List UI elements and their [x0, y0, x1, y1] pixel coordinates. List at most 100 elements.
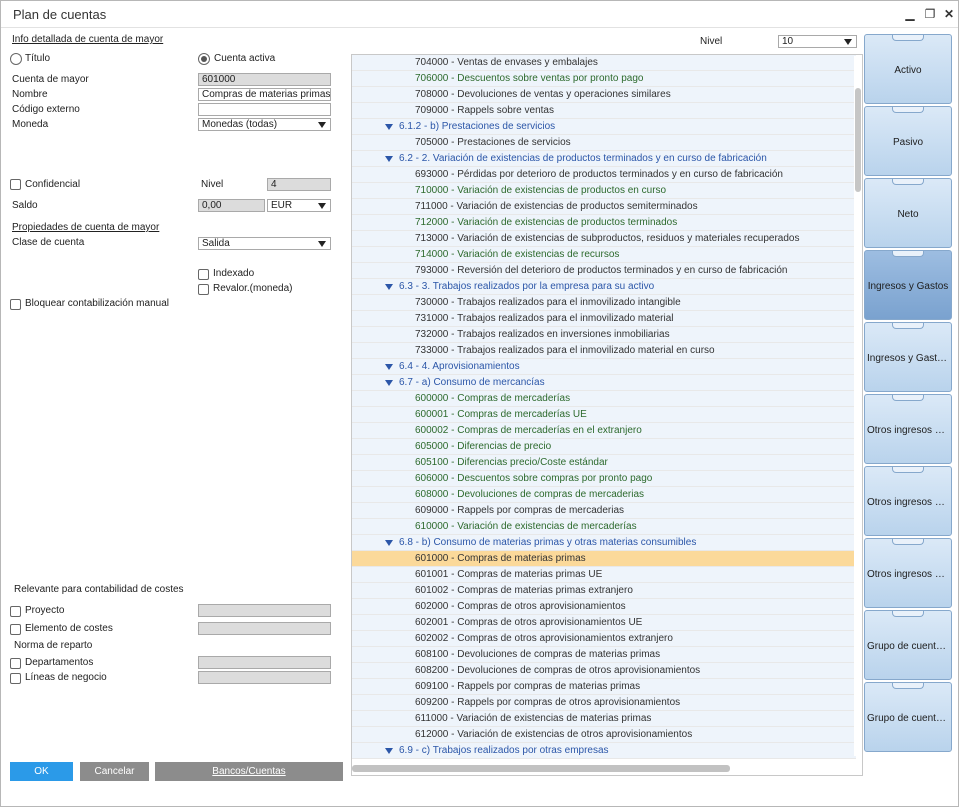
nombre-field[interactable]: Compras de materias primas: [198, 88, 331, 101]
drawer-tab[interactable]: Otros ingresos y gastos (3): [864, 538, 952, 608]
drawer-tab[interactable]: Pasivo: [864, 106, 952, 176]
tree-account-row[interactable]: 708000 - Devoluciones de ventas y operac…: [352, 87, 856, 103]
tree-account-row[interactable]: 714000 - Variación de existencias de rec…: [352, 247, 856, 263]
tree-row-label: 602000 - Compras de otros aprovisionamie…: [415, 601, 626, 612]
tree-account-row[interactable]: 601000 - Compras de materias primas: [352, 551, 856, 567]
banks-accounts-button[interactable]: Bancos/Cuentas: [155, 762, 343, 781]
tree-account-row[interactable]: 793000 - Reversión del deterioro de prod…: [352, 263, 856, 279]
tree-account-row[interactable]: 611000 - Variación de existencias de mat…: [352, 711, 856, 727]
close-icon[interactable]: ✕: [940, 5, 958, 23]
tree-account-row[interactable]: 712000 - Variación de existencias de pro…: [352, 215, 856, 231]
expand-triangle-icon[interactable]: [385, 156, 393, 162]
tree-account-row[interactable]: 600001 - Compras de mercaderías UE: [352, 407, 856, 423]
tree-account-row[interactable]: 605000 - Diferencias de precio: [352, 439, 856, 455]
tree-row-label: 6.8 - b) Consumo de materias primas y ot…: [399, 537, 697, 548]
ok-button[interactable]: OK: [10, 762, 73, 781]
drawer-tab[interactable]: Grupo de cuentas 8: [864, 610, 952, 680]
indexado-checkbox[interactable]: [198, 269, 209, 280]
tree-account-row[interactable]: 609100 - Rappels por compras de materias…: [352, 679, 856, 695]
lineas-negocio-checkbox[interactable]: [10, 673, 21, 684]
drawer-tab[interactable]: Grupo de cuentas 9: [864, 682, 952, 752]
tree-account-row[interactable]: 709000 - Rappels sobre ventas: [352, 103, 856, 119]
tree-account-row[interactable]: 605100 - Diferencias precio/Coste estánd…: [352, 455, 856, 471]
tree-account-row[interactable]: 600002 - Compras de mercaderías en el ex…: [352, 423, 856, 439]
moneda-dropdown[interactable]: Monedas (todas): [198, 118, 331, 131]
tree-group-row[interactable]: 6.3 - 3. Trabajos realizados por la empr…: [352, 279, 856, 295]
cuenta-mayor-field[interactable]: 601000: [198, 73, 331, 86]
expand-triangle-icon[interactable]: [385, 284, 393, 290]
tree-account-row[interactable]: 608200 - Devoluciones de compras de otro…: [352, 663, 856, 679]
tree-account-row[interactable]: 706000 - Descuentos sobre ventas por pro…: [352, 71, 856, 87]
tree-account-row[interactable]: 705000 - Prestaciones de servicios: [352, 135, 856, 151]
tree-group-row[interactable]: 6.9 - c) Trabajos realizados por otras e…: [352, 743, 856, 759]
nivel-selector-dropdown[interactable]: 10: [778, 35, 857, 48]
tree-vertical-scroll-thumb[interactable]: [855, 88, 861, 192]
departamentos-checkbox[interactable]: [10, 658, 21, 669]
tree-account-row[interactable]: 600000 - Compras de mercaderías: [352, 391, 856, 407]
tree-account-row[interactable]: 704000 - Ventas de envases y embalajes: [352, 55, 856, 71]
tree-group-row[interactable]: 6.4 - 4. Aprovisionamientos: [352, 359, 856, 375]
revalor-checkbox[interactable]: [198, 284, 209, 295]
elemento-costes-label: Elemento de costes: [25, 623, 113, 634]
tree-account-row[interactable]: 693000 - Pérdidas por deterioro de produ…: [352, 167, 856, 183]
tree-account-row[interactable]: 732000 - Trabajos realizados en inversio…: [352, 327, 856, 343]
tree-account-row[interactable]: 601002 - Compras de materias primas extr…: [352, 583, 856, 599]
expand-triangle-icon[interactable]: [385, 380, 393, 386]
radio-cuenta-activa[interactable]: [198, 53, 210, 65]
tree-account-row[interactable]: 602001 - Compras de otros aprovisionamie…: [352, 615, 856, 631]
moneda-label: Moneda: [12, 119, 49, 130]
tree-group-row[interactable]: 6.2 - 2. Variación de existencias de pro…: [352, 151, 856, 167]
tree-account-row[interactable]: 610000 - Variación de existencias de mer…: [352, 519, 856, 535]
moneda-value: Monedas (todas): [202, 119, 278, 130]
tree-row-label: 605100 - Diferencias precio/Coste estánd…: [415, 457, 608, 468]
expand-triangle-icon[interactable]: [385, 540, 393, 546]
tree-account-row[interactable]: 609200 - Rappels por compras de otros ap…: [352, 695, 856, 711]
tree-group-row[interactable]: 6.7 - a) Consumo de mercancías: [352, 375, 856, 391]
tree-group-row[interactable]: 6.8 - b) Consumo de materias primas y ot…: [352, 535, 856, 551]
tree-row-label: 732000 - Trabajos realizados en inversio…: [415, 329, 670, 340]
drawer-tab[interactable]: Activo: [864, 34, 952, 104]
tree-account-row[interactable]: 731000 - Trabajos realizados para el inm…: [352, 311, 856, 327]
tree-account-row[interactable]: 608100 - Devoluciones de compras de mate…: [352, 647, 856, 663]
nivel-field[interactable]: 4: [267, 178, 331, 191]
bloquear-checkbox[interactable]: [10, 299, 21, 310]
tree-account-row[interactable]: 608000 - Devoluciones de compras de merc…: [352, 487, 856, 503]
proyecto-checkbox[interactable]: [10, 606, 21, 617]
restore-icon[interactable]: ❐: [921, 5, 939, 23]
accounts-tree[interactable]: 704000 - Ventas de envases y embalajes 70…: [351, 54, 863, 776]
tree-account-row[interactable]: 602000 - Compras de otros aprovisionamie…: [352, 599, 856, 615]
confidencial-checkbox[interactable]: [10, 179, 21, 190]
tree-horizontal-scroll-thumb[interactable]: [352, 765, 730, 772]
drawer-tab[interactable]: Otros ingresos y gastos: [864, 394, 952, 464]
tree-account-row[interactable]: 609000 - Rappels por compras de mercader…: [352, 503, 856, 519]
expand-triangle-icon[interactable]: [385, 748, 393, 754]
drawer-tab[interactable]: Otros ingresos y gastos (2): [864, 466, 952, 536]
tree-account-row[interactable]: 602002 - Compras de otros aprovisionamie…: [352, 631, 856, 647]
tree-account-row[interactable]: 710000 - Variación de existencias de pro…: [352, 183, 856, 199]
tree-account-row[interactable]: 713000 - Variación de existencias de sub…: [352, 231, 856, 247]
drawer-tab[interactable]: Neto: [864, 178, 952, 248]
clase-cuenta-dropdown[interactable]: Salida: [198, 237, 331, 250]
elemento-costes-checkbox[interactable]: [10, 624, 21, 635]
radio-titulo[interactable]: [10, 53, 22, 65]
tree-account-row[interactable]: 730000 - Trabajos realizados para el inm…: [352, 295, 856, 311]
drawer-tab[interactable]: Ingresos y Gastos (2): [864, 322, 952, 392]
minimize-icon[interactable]: ▁: [901, 5, 919, 23]
tree-account-row[interactable]: 733000 - Trabajos realizados para el inm…: [352, 343, 856, 359]
departamentos-label: Departamentos: [25, 657, 94, 668]
expand-triangle-icon[interactable]: [385, 364, 393, 370]
tree-account-row[interactable]: 711000 - Variación de existencias de pro…: [352, 199, 856, 215]
tree-row-label: 708000 - Devoluciones de ventas y operac…: [415, 89, 671, 100]
tree-account-row[interactable]: 601001 - Compras de materias primas UE: [352, 567, 856, 583]
tree-account-row[interactable]: 612000 - Variación de existencias de otr…: [352, 727, 856, 743]
drawer-tab[interactable]: Ingresos y Gastos: [864, 250, 952, 320]
radio-cuenta-activa-label: Cuenta activa: [214, 53, 276, 64]
tree-group-row[interactable]: 6.1.2 - b) Prestaciones de servicios: [352, 119, 856, 135]
tree-account-row[interactable]: 606000 - Descuentos sobre compras por pr…: [352, 471, 856, 487]
cancel-button[interactable]: Cancelar: [80, 762, 149, 781]
codigo-externo-field[interactable]: [198, 103, 331, 116]
expand-triangle-icon[interactable]: [385, 124, 393, 130]
tree-row-label: 713000 - Variación de existencias de sub…: [415, 233, 800, 244]
saldo-currency-dropdown[interactable]: EUR: [267, 199, 331, 212]
tree-row-label: 608000 - Devoluciones de compras de merc…: [415, 489, 645, 500]
